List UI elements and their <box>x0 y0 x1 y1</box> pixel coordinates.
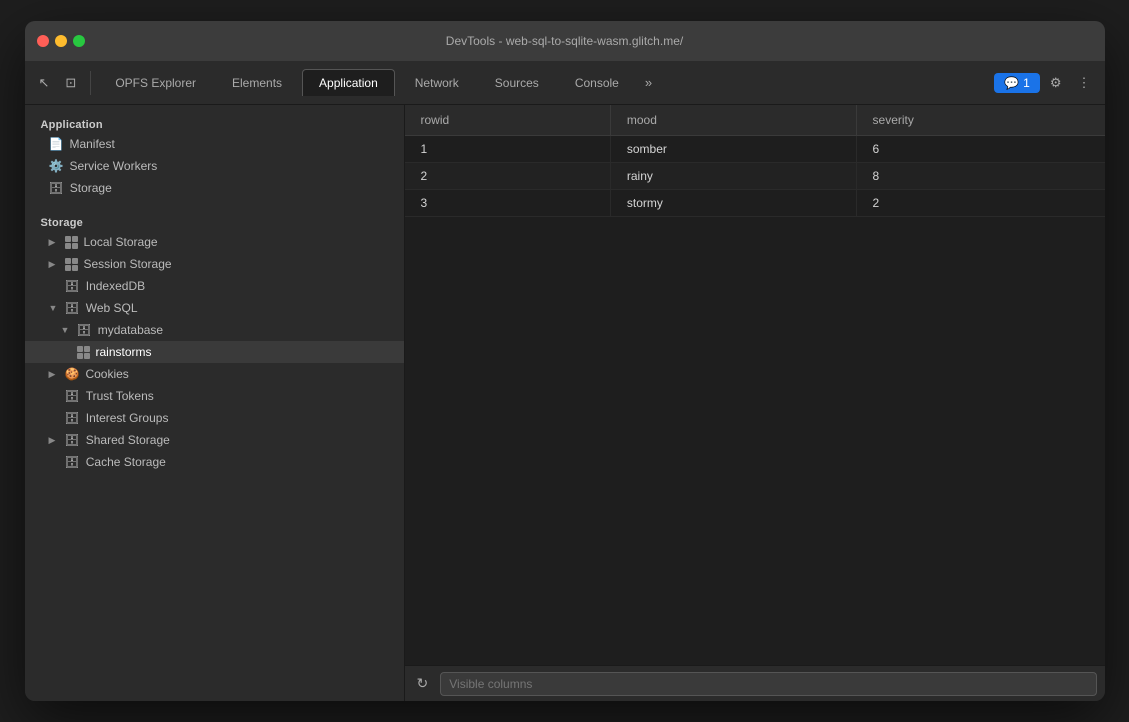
manifest-label: Manifest <box>69 137 114 151</box>
maximize-button[interactable] <box>73 35 85 47</box>
cell-severity: 8 <box>856 163 1104 190</box>
gear-icon: ⚙️ <box>49 159 64 173</box>
chevron-right-icon: ▶ <box>49 369 59 380</box>
more-tabs-button[interactable]: » <box>639 71 658 94</box>
minimize-button[interactable] <box>55 35 67 47</box>
sidebar-item-mydatabase[interactable]: ▼ 🗄 mydatabase <box>25 319 404 341</box>
results-table: rowid mood severity 1somber62rainy83stor… <box>405 105 1105 217</box>
storage-app-label: Storage <box>70 181 112 195</box>
trust-tokens-label: Trust Tokens <box>86 389 154 403</box>
more-options-button[interactable]: ⋮ <box>1072 71 1097 95</box>
tab-opfs-explorer[interactable]: OPFS Explorer <box>99 70 212 96</box>
toolbar-divider <box>90 71 91 95</box>
sidebar-item-cookies[interactable]: ▶ 🍪 Cookies <box>25 363 404 385</box>
window-title: DevTools - web-sql-to-sqlite-wasm.glitch… <box>446 34 683 48</box>
device-toggle-button[interactable]: ⊡ <box>59 71 82 95</box>
db-icon: 🗄 <box>65 411 80 425</box>
cache-storage-label: Cache Storage <box>86 455 166 469</box>
db-icon: 🗄 <box>65 279 80 293</box>
db-icon: 🗄 <box>65 301 80 315</box>
chat-icon: 💬 <box>1004 76 1019 90</box>
chevron-right-icon: ▶ <box>49 259 59 270</box>
tab-console[interactable]: Console <box>559 70 635 96</box>
interest-groups-label: Interest Groups <box>86 411 169 425</box>
chevron-right-icon: ▶ <box>49 237 59 248</box>
storage-section: Storage ▶ Local Storage ▶ Session Storag… <box>25 211 404 473</box>
db-icon: 🗄 <box>65 455 80 469</box>
service-workers-label: Service Workers <box>69 159 157 173</box>
chevron-down-icon: ▼ <box>49 303 59 313</box>
web-sql-label: Web SQL <box>86 301 138 315</box>
sidebar-item-service-workers[interactable]: ⚙️ Service Workers <box>25 155 404 177</box>
sidebar-item-rainstorms[interactable]: rainstorms <box>25 341 404 363</box>
sidebar-item-trust-tokens[interactable]: ▶ 🗄 Trust Tokens <box>25 385 404 407</box>
titlebar: DevTools - web-sql-to-sqlite-wasm.glitch… <box>25 21 1105 61</box>
mydatabase-label: mydatabase <box>98 323 163 337</box>
pointer-tool-button[interactable]: ↖ <box>33 71 56 95</box>
settings-button[interactable]: ⚙ <box>1044 71 1068 95</box>
grid-icon <box>65 258 78 271</box>
grid-icon <box>65 236 78 249</box>
table-row[interactable]: 2rainy8 <box>405 163 1105 190</box>
sidebar-item-indexeddb[interactable]: ▶ 🗄 IndexedDB <box>25 275 404 297</box>
indexeddb-label: IndexedDB <box>86 279 145 293</box>
chevron-down-icon: ▼ <box>61 325 71 335</box>
grid-icon <box>77 346 90 359</box>
db-icon: 🗄 <box>65 389 80 403</box>
traffic-lights <box>37 35 85 47</box>
sidebar-item-interest-groups[interactable]: ▶ 🗄 Interest Groups <box>25 407 404 429</box>
refresh-button[interactable]: ↻ <box>413 673 433 694</box>
sidebar-item-web-sql[interactable]: ▼ 🗄 Web SQL <box>25 297 404 319</box>
sidebar-item-local-storage[interactable]: ▶ Local Storage <box>25 231 404 253</box>
sidebar-item-storage-app[interactable]: 🗄 Storage <box>25 177 404 199</box>
db-icon: 🗄 <box>65 433 80 447</box>
visible-columns-input[interactable] <box>440 672 1096 696</box>
tab-network[interactable]: Network <box>399 70 475 96</box>
storage-section-title: Storage <box>25 211 404 231</box>
main-content: Application 📄 Manifest ⚙️ Service Worker… <box>25 105 1105 701</box>
close-button[interactable] <box>37 35 49 47</box>
col-mood: mood <box>610 105 856 136</box>
table-row[interactable]: 3stormy2 <box>405 190 1105 217</box>
cell-mood: stormy <box>610 190 856 217</box>
cell-mood: somber <box>610 136 856 163</box>
cell-mood: rainy <box>610 163 856 190</box>
doc-icon: 📄 <box>49 137 64 151</box>
db-icon: 🗄 <box>49 181 64 195</box>
db-icon: 🗄 <box>77 323 92 337</box>
shared-storage-label: Shared Storage <box>86 433 170 447</box>
rainstorms-label: rainstorms <box>96 345 152 359</box>
table-header-row: rowid mood severity <box>405 105 1105 136</box>
table-row[interactable]: 1somber6 <box>405 136 1105 163</box>
cell-rowid: 3 <box>405 190 611 217</box>
tab-application[interactable]: Application <box>302 69 395 96</box>
toolbar-right: 💬 1 ⚙ ⋮ <box>994 71 1096 95</box>
cookie-icon: 🍪 <box>65 367 80 381</box>
local-storage-label: Local Storage <box>84 235 158 249</box>
cell-severity: 6 <box>856 136 1104 163</box>
chevron-right-icon: ▶ <box>49 435 59 446</box>
devtools-window: DevTools - web-sql-to-sqlite-wasm.glitch… <box>25 21 1105 701</box>
cell-severity: 2 <box>856 190 1104 217</box>
tab-sources[interactable]: Sources <box>479 70 555 96</box>
session-storage-label: Session Storage <box>84 257 172 271</box>
application-section-title: Application <box>25 113 404 133</box>
tab-elements[interactable]: Elements <box>216 70 298 96</box>
sidebar-item-session-storage[interactable]: ▶ Session Storage <box>25 253 404 275</box>
cell-rowid: 1 <box>405 136 611 163</box>
content-panel: rowid mood severity 1somber62rainy83stor… <box>405 105 1105 701</box>
col-rowid: rowid <box>405 105 611 136</box>
sidebar: Application 📄 Manifest ⚙️ Service Worker… <box>25 105 405 701</box>
sidebar-item-manifest[interactable]: 📄 Manifest <box>25 133 404 155</box>
cell-rowid: 2 <box>405 163 611 190</box>
data-table: rowid mood severity 1somber62rainy83stor… <box>405 105 1105 665</box>
col-severity: severity <box>856 105 1104 136</box>
sidebar-item-cache-storage[interactable]: ▶ 🗄 Cache Storage <box>25 451 404 473</box>
footer-bar: ↻ <box>405 665 1105 701</box>
notifications-badge-button[interactable]: 💬 1 <box>994 73 1040 93</box>
toolbar: ↖ ⊡ OPFS Explorer Elements Application N… <box>25 61 1105 105</box>
cookies-label: Cookies <box>85 367 128 381</box>
badge-count: 1 <box>1023 76 1030 90</box>
sidebar-item-shared-storage[interactable]: ▶ 🗄 Shared Storage <box>25 429 404 451</box>
